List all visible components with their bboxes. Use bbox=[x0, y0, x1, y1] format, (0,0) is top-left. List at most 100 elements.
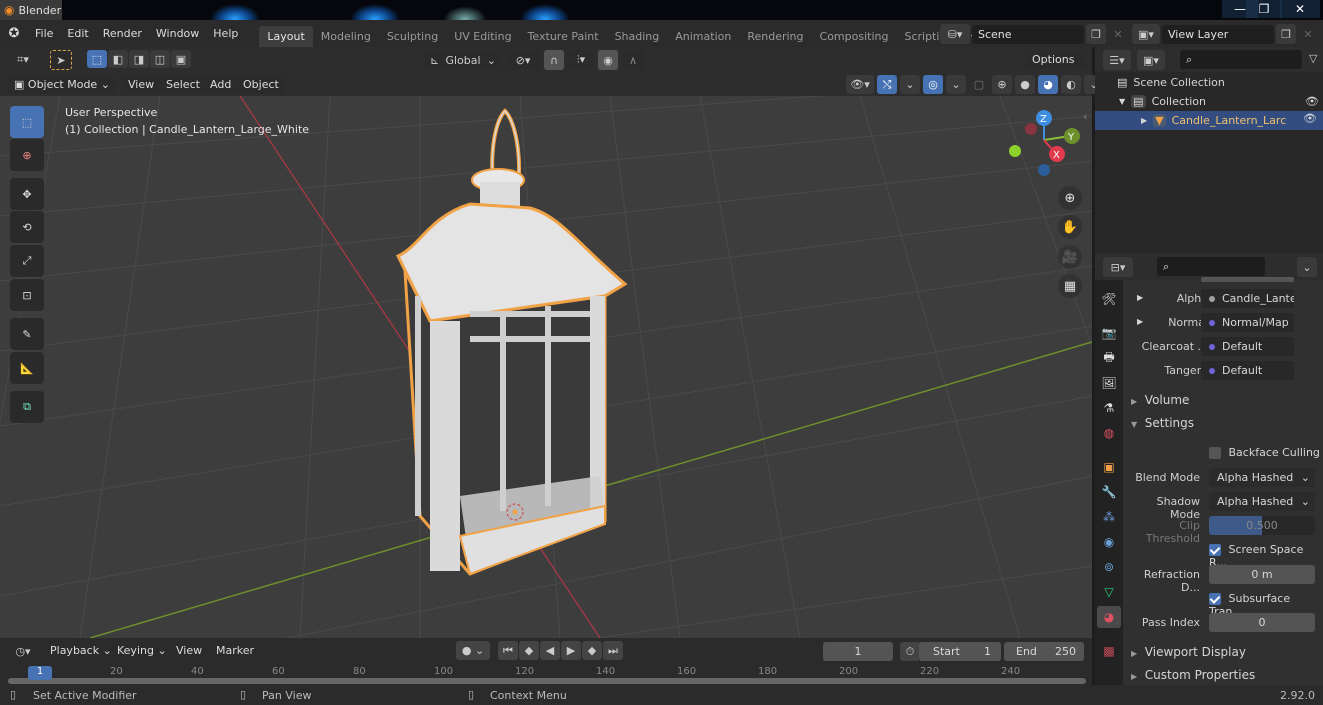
data-tab-icon[interactable]: ▽ bbox=[1097, 581, 1121, 603]
tab-shading[interactable]: Shading bbox=[606, 26, 668, 47]
shading-wireframe-icon[interactable]: ⊕ bbox=[992, 75, 1012, 94]
eye-icon[interactable]: 👁 bbox=[1305, 95, 1319, 108]
shadow-mode-dropdown[interactable]: Alpha Hashed ⌄ bbox=[1209, 492, 1315, 511]
shading-rendered-icon[interactable]: ◐ bbox=[1061, 75, 1081, 94]
filter-icon[interactable]: ▽ bbox=[1309, 52, 1317, 65]
gizmo-toggle-icon[interactable]: ⤭ bbox=[877, 75, 897, 94]
prev-keyframe-icon[interactable]: ◆ bbox=[519, 641, 539, 660]
blend-mode-dropdown[interactable]: Alpha Hashed ⌄ bbox=[1209, 468, 1315, 487]
shading-material-icon[interactable]: ◕ bbox=[1038, 75, 1058, 94]
restore-button[interactable]: ❐ bbox=[1246, 0, 1282, 18]
menu-view[interactable]: View bbox=[122, 75, 161, 94]
start-frame-field[interactable]: Start 1 bbox=[919, 642, 1001, 661]
select-invert-icon[interactable]: ◫ bbox=[150, 50, 170, 68]
scene-tab-icon[interactable]: ⚗ bbox=[1097, 397, 1121, 419]
menu-playback[interactable]: Playback ⌄ bbox=[44, 641, 118, 660]
shading-solid-icon[interactable]: ● bbox=[1015, 75, 1035, 94]
end-frame-field[interactable]: End 250 bbox=[1004, 642, 1084, 661]
properties-search-input[interactable]: ⌕ bbox=[1157, 257, 1265, 276]
output-tab-icon[interactable]: 🖶 bbox=[1097, 347, 1121, 369]
tool-cursor[interactable]: ⊕ bbox=[10, 139, 44, 171]
timeline-scrollbar[interactable] bbox=[8, 678, 1086, 684]
physics-tab-icon[interactable]: ◉ bbox=[1097, 531, 1121, 553]
tool-annotate[interactable]: ✎ bbox=[10, 318, 44, 350]
snap-target-dropdown[interactable]: ⫶▾ bbox=[568, 50, 594, 70]
tab-texture-paint[interactable]: Texture Paint bbox=[519, 26, 607, 47]
tab-layout[interactable]: Layout bbox=[259, 26, 313, 47]
transform-orientation-dropdown[interactable]: ⊾ Global ⌄ bbox=[424, 50, 502, 70]
sidebar-toggle-icon[interactable]: ‹ bbox=[1083, 110, 1087, 123]
settings-panel-header[interactable]: ▼ Settings bbox=[1123, 412, 1323, 434]
menu-window[interactable]: Window bbox=[149, 20, 206, 47]
tool-rotate[interactable]: ⟲ bbox=[10, 211, 44, 243]
tool-add-cube[interactable]: ⧉ bbox=[10, 391, 44, 423]
render-tab-icon[interactable]: 📷 bbox=[1097, 322, 1121, 344]
modifier-tab-icon[interactable]: 🔧 bbox=[1097, 481, 1121, 503]
outliner-display-mode-icon[interactable]: ☰▾ bbox=[1103, 50, 1131, 70]
delete-scene-icon[interactable]: ✕ bbox=[1108, 24, 1128, 44]
menu-object[interactable]: Object bbox=[237, 75, 285, 94]
properties-editor-type-icon[interactable]: ⊟▾ bbox=[1103, 257, 1133, 277]
tab-sculpting[interactable]: Sculpting bbox=[378, 26, 447, 47]
snap-toggle-icon[interactable]: ∩ bbox=[544, 50, 564, 70]
outliner-collection[interactable]: ▼ ▤ Collection 👁 bbox=[1119, 95, 1323, 108]
object-tab-icon[interactable]: ▣ bbox=[1097, 456, 1121, 478]
tool-scale[interactable]: ⤢ bbox=[10, 245, 44, 277]
tab-animation[interactable]: Animation bbox=[667, 26, 740, 47]
next-keyframe-icon[interactable]: ◆ bbox=[582, 641, 602, 660]
outliner-object-row[interactable]: ▶ ▼ Candle_Lantern_Larc 👁 bbox=[1095, 111, 1323, 130]
menu-edit[interactable]: Edit bbox=[60, 20, 95, 47]
tool-measure[interactable]: 📐 bbox=[10, 352, 44, 384]
backface-culling-checkbox[interactable]: Backface Culling bbox=[1209, 446, 1320, 459]
current-frame-field[interactable]: 1 bbox=[823, 642, 893, 661]
proportional-falloff-icon[interactable]: ∧ bbox=[622, 50, 644, 70]
select-new-icon[interactable]: ⬚ bbox=[87, 50, 107, 68]
blender-menu-icon[interactable]: ✪ bbox=[0, 26, 28, 41]
menu-render[interactable]: Render bbox=[96, 20, 149, 47]
editor-type-icon[interactable]: ⌗▾ bbox=[8, 50, 38, 70]
proportional-editing-icon[interactable]: ◉ bbox=[598, 50, 618, 70]
custom-properties-panel-header[interactable]: ▶ Custom Properties bbox=[1123, 664, 1323, 686]
mode-dropdown[interactable]: ▣ Object Mode ⌄ bbox=[8, 75, 116, 94]
viewport-display-panel-header[interactable]: ▶ Viewport Display bbox=[1123, 641, 1323, 663]
scroll-indicator[interactable] bbox=[1201, 277, 1294, 282]
view-layer-name-field[interactable]: View Layer bbox=[1162, 24, 1274, 44]
pass-index-field[interactable]: 0 bbox=[1209, 613, 1315, 632]
jump-end-icon[interactable]: ⏭ bbox=[603, 641, 623, 660]
menu-keying[interactable]: Keying ⌄ bbox=[111, 641, 173, 660]
camera-view-icon[interactable]: 🎥 bbox=[1058, 245, 1082, 269]
refraction-depth-field[interactable]: 0 m bbox=[1209, 565, 1315, 584]
select-extend-icon[interactable]: ◧ bbox=[108, 50, 128, 68]
menu-file[interactable]: File bbox=[28, 20, 60, 47]
view-layer-selector-icon[interactable]: ▣▾ bbox=[1132, 24, 1160, 44]
3d-viewport[interactable]: User Perspective (1) Collection | Candle… bbox=[0, 96, 1092, 638]
xray-toggle-icon[interactable]: ▢ bbox=[969, 75, 989, 94]
playhead-frame-indicator[interactable]: 1 bbox=[28, 666, 52, 680]
tab-compositing[interactable]: Compositing bbox=[811, 26, 897, 47]
pan-view-icon[interactable]: ✋ bbox=[1058, 215, 1082, 239]
overlays-dropdown[interactable]: ⌄ bbox=[946, 75, 966, 94]
object-eye-icon[interactable]: 👁 bbox=[1303, 112, 1317, 125]
play-icon[interactable]: ▶ bbox=[561, 641, 581, 660]
options-dropdown[interactable]: Options ⌄ bbox=[1026, 50, 1086, 85]
preview-range-icon[interactable]: ⏱ bbox=[900, 642, 920, 661]
scene-name-field[interactable]: Scene bbox=[972, 24, 1084, 44]
tab-modeling[interactable]: Modeling bbox=[312, 26, 379, 47]
select-subtract-icon[interactable]: ◨ bbox=[129, 50, 149, 68]
ortho-toggle-icon[interactable]: ▦ bbox=[1058, 274, 1082, 298]
overlays-toggle-icon[interactable]: ◎ bbox=[923, 75, 943, 94]
gizmo-dropdown[interactable]: ⌄ bbox=[900, 75, 920, 94]
pivot-point-dropdown[interactable]: ⊘▾ bbox=[506, 50, 540, 70]
timeline-editor-type-icon[interactable]: ◷▾ bbox=[8, 641, 38, 661]
tool-select-box[interactable]: ⬚ bbox=[10, 106, 44, 138]
tool-move[interactable]: ✥ bbox=[10, 178, 44, 210]
tool-transform[interactable]: ⊡ bbox=[10, 279, 44, 311]
jump-start-icon[interactable]: ⏮ bbox=[498, 641, 518, 660]
texture-tab-icon[interactable]: ▩ bbox=[1097, 640, 1121, 662]
visibility-dropdown[interactable]: 👁▾ bbox=[846, 75, 874, 94]
select-tool-icon[interactable]: ➤ bbox=[50, 50, 72, 70]
material-tab-icon[interactable]: ◕ bbox=[1097, 606, 1121, 628]
clearcoat-normal-input-field[interactable]: Default bbox=[1201, 337, 1294, 356]
view-layer-tab-icon[interactable]: 🖼 bbox=[1097, 372, 1121, 394]
particles-tab-icon[interactable]: ⁂ bbox=[1097, 506, 1121, 528]
